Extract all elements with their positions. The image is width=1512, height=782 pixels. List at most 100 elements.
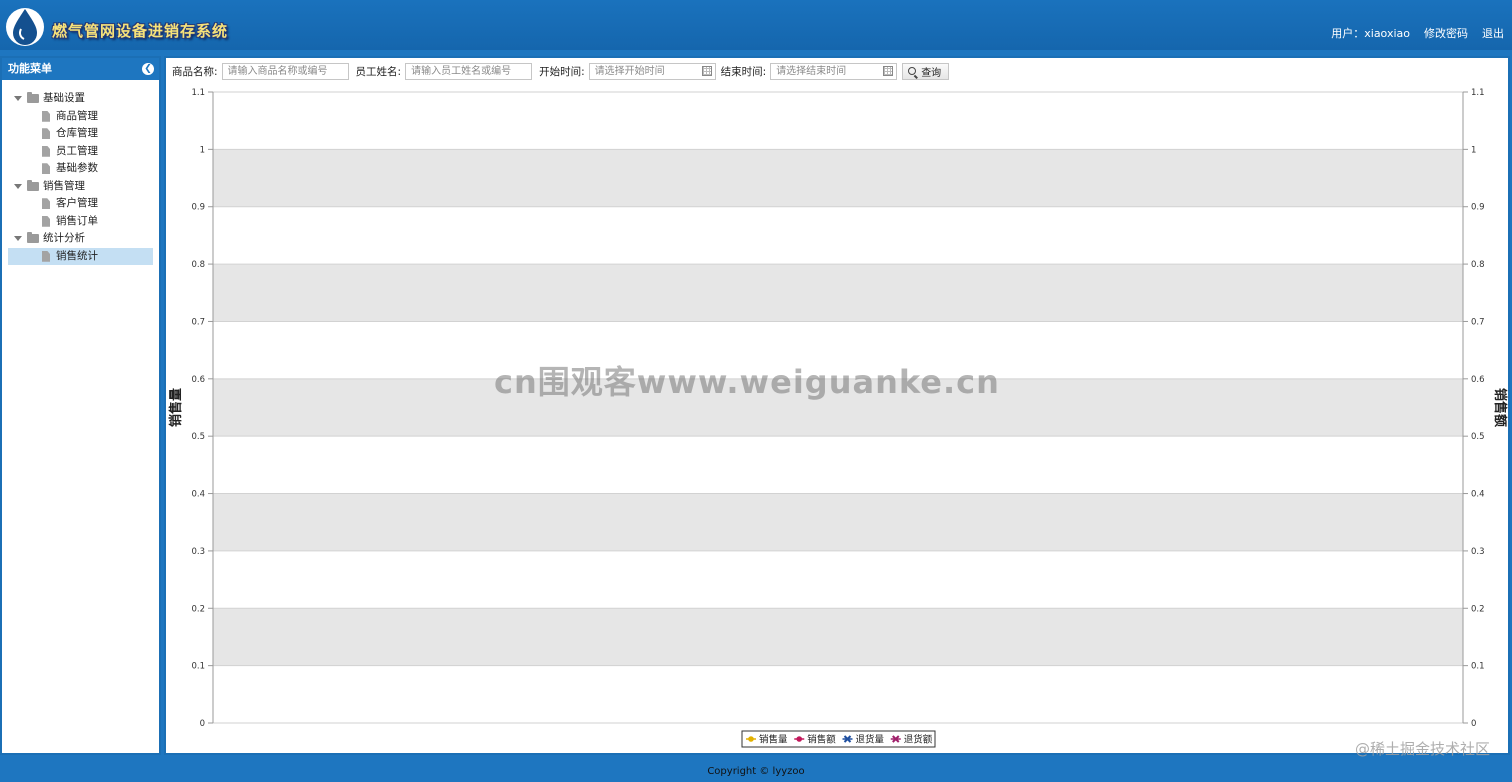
y-tick-label-left: 0.5 xyxy=(191,432,205,442)
start-time-label: 开始时间: xyxy=(539,65,585,78)
y-tick-label-right: 0.9 xyxy=(1471,203,1485,213)
y-tick-label-right: 0.4 xyxy=(1471,490,1485,500)
change-password-link[interactable]: 修改密码 xyxy=(1424,25,1468,41)
tree-group-label: 销售管理 xyxy=(43,179,85,192)
grid-band xyxy=(213,149,1463,207)
employee-name-input[interactable] xyxy=(405,62,533,80)
grid-band xyxy=(213,608,1463,666)
y-axis-title-right: 销售额 xyxy=(1492,388,1508,427)
legend-marker xyxy=(748,736,754,742)
legend-label[interactable]: 退货额 xyxy=(904,734,933,746)
app-header: 燃气管网设备进销存系统 用户：xiaoxiao 修改密码 退出 xyxy=(0,0,1512,50)
sidebar-item-employee-management[interactable]: 员工管理 xyxy=(2,143,159,161)
filter-toolbar: 商品名称: 员工姓名: 开始时间: 结束时间: 查询 xyxy=(172,62,950,80)
tree-group-label: 基础设置 xyxy=(43,92,85,104)
y-tick-label-right: 0.3 xyxy=(1471,547,1485,557)
footer: @稀土掘金技术社区 Copyright © lyyzoo xyxy=(0,740,1512,782)
sidebar-item-customer-management[interactable]: 客户管理 xyxy=(2,195,159,213)
main-content: 商品名称: 员工姓名: 开始时间: 结束时间: 查询 0 0 0.1 0.1 0.2 0.… xyxy=(164,56,1510,755)
y-tick-label-left: 0.3 xyxy=(191,547,205,557)
sidebar-item-sales-statistics[interactable]: 销售统计 xyxy=(8,247,153,265)
folder-icon xyxy=(27,179,39,191)
sidebar-item-label: 销售订单 xyxy=(56,214,98,227)
y-tick-label-left: 0.7 xyxy=(191,317,205,327)
sidebar-title: 功能菜单 xyxy=(8,62,52,75)
expand-arrow-icon[interactable] xyxy=(14,236,22,242)
y-tick-label-left: 0.9 xyxy=(191,203,205,213)
tree-group-statistics[interactable]: 统计分析 xyxy=(2,230,159,248)
sidebar: 功能菜单 ❮ 基础设置 商品管理 仓库管理 员工管理 基础参数 销售管理 客户管… xyxy=(0,56,161,755)
y-tick-label-right: 0 xyxy=(1471,719,1476,729)
y-tick-label-left: 0.2 xyxy=(191,604,205,614)
y-tick-label-left: 0.4 xyxy=(191,490,205,500)
file-icon xyxy=(42,110,50,122)
sidebar-item-label: 商品管理 xyxy=(56,109,98,122)
function-menu-tree: 基础设置 商品管理 仓库管理 员工管理 基础参数 销售管理 客户管理 销售订单 … xyxy=(2,80,159,265)
current-user-label: 用户：xiaoxiao xyxy=(1331,27,1410,40)
expand-arrow-icon[interactable] xyxy=(14,96,22,102)
legend-label[interactable]: 销售量 xyxy=(759,734,788,746)
start-time-picker[interactable] xyxy=(588,62,716,80)
sidebar-item-label: 客户管理 xyxy=(56,197,98,209)
folder-icon xyxy=(27,232,39,244)
y-tick-label-right: 0.1 xyxy=(1471,662,1485,672)
y-tick-label-right: 1 xyxy=(1471,145,1476,155)
grid-band xyxy=(213,264,1463,322)
sidebar-item-basic-parameters[interactable]: 基础参数 xyxy=(2,160,159,178)
folder-icon xyxy=(27,92,39,104)
file-icon xyxy=(42,215,50,227)
y-tick-label-left: 0.6 xyxy=(191,375,205,385)
calendar-icon[interactable] xyxy=(701,65,712,76)
product-name-label: 商品名称: xyxy=(172,65,218,78)
y-tick-label-left: 0.8 xyxy=(191,260,205,270)
query-button-label: 查询 xyxy=(921,67,942,79)
logout-link[interactable]: 退出 xyxy=(1482,25,1504,41)
file-icon xyxy=(42,128,50,140)
sidebar-item-product-management[interactable]: 商品管理 xyxy=(2,108,159,126)
tree-group-label: 统计分析 xyxy=(43,232,85,244)
water-drop-logo-icon xyxy=(6,8,44,46)
chevron-left-circle-icon[interactable]: ❮ xyxy=(142,63,154,75)
y-tick-label-left: 0 xyxy=(200,719,205,729)
tree-group-basic-settings[interactable]: 基础设置 xyxy=(2,90,159,108)
y-tick-label-left: 0.1 xyxy=(191,662,205,672)
y-tick-label-right: 0.2 xyxy=(1471,604,1485,614)
copyright-text: Copyright © lyyzoo xyxy=(707,766,805,777)
grid-band xyxy=(213,493,1463,551)
site-watermark: @稀土掘金技术社区 xyxy=(1354,740,1490,758)
sidebar-item-label: 销售统计 xyxy=(56,249,98,262)
file-icon xyxy=(42,198,50,210)
user-nav: 用户：xiaoxiao 修改密码 退出 xyxy=(1331,25,1504,41)
product-name-input[interactable] xyxy=(221,62,349,80)
file-icon xyxy=(42,163,50,175)
end-time-picker[interactable] xyxy=(770,62,898,80)
sidebar-item-label: 员工管理 xyxy=(56,144,98,157)
calendar-icon[interactable] xyxy=(883,65,894,76)
sidebar-item-sales-orders[interactable]: 销售订单 xyxy=(2,213,159,231)
file-icon xyxy=(42,145,50,157)
legend-label[interactable]: 退货量 xyxy=(856,734,885,746)
query-button[interactable]: 查询 xyxy=(902,62,950,80)
tree-group-sales-management[interactable]: 销售管理 xyxy=(2,178,159,196)
start-time-input[interactable] xyxy=(588,62,716,80)
end-time-input[interactable] xyxy=(770,62,898,80)
y-tick-label-right: 0.7 xyxy=(1471,317,1485,327)
sidebar-item-warehouse-management[interactable]: 仓库管理 xyxy=(2,125,159,143)
employee-name-label: 员工姓名: xyxy=(355,65,402,78)
app-title: 燃气管网设备进销存系统 xyxy=(52,22,229,40)
y-tick-label-left: 1 xyxy=(200,145,205,155)
file-icon xyxy=(42,250,50,262)
sidebar-header: 功能菜单 ❮ xyxy=(2,58,159,80)
y-axis-title-left: 销售量 xyxy=(168,388,184,427)
watermark-text: cn围观客www.weiguanke.cn xyxy=(494,363,1000,401)
expand-arrow-icon[interactable] xyxy=(14,183,22,189)
sidebar-item-label: 基础参数 xyxy=(56,162,98,174)
y-tick-label-right: 1.1 xyxy=(1471,88,1485,98)
y-tick-label-right: 0.6 xyxy=(1471,375,1485,385)
y-tick-label-right: 0.8 xyxy=(1471,260,1485,270)
search-icon xyxy=(908,67,917,75)
y-tick-label-left: 1.1 xyxy=(191,88,205,98)
legend-marker xyxy=(796,736,803,742)
sidebar-item-label: 仓库管理 xyxy=(56,127,98,139)
legend-label[interactable]: 销售额 xyxy=(807,734,836,746)
